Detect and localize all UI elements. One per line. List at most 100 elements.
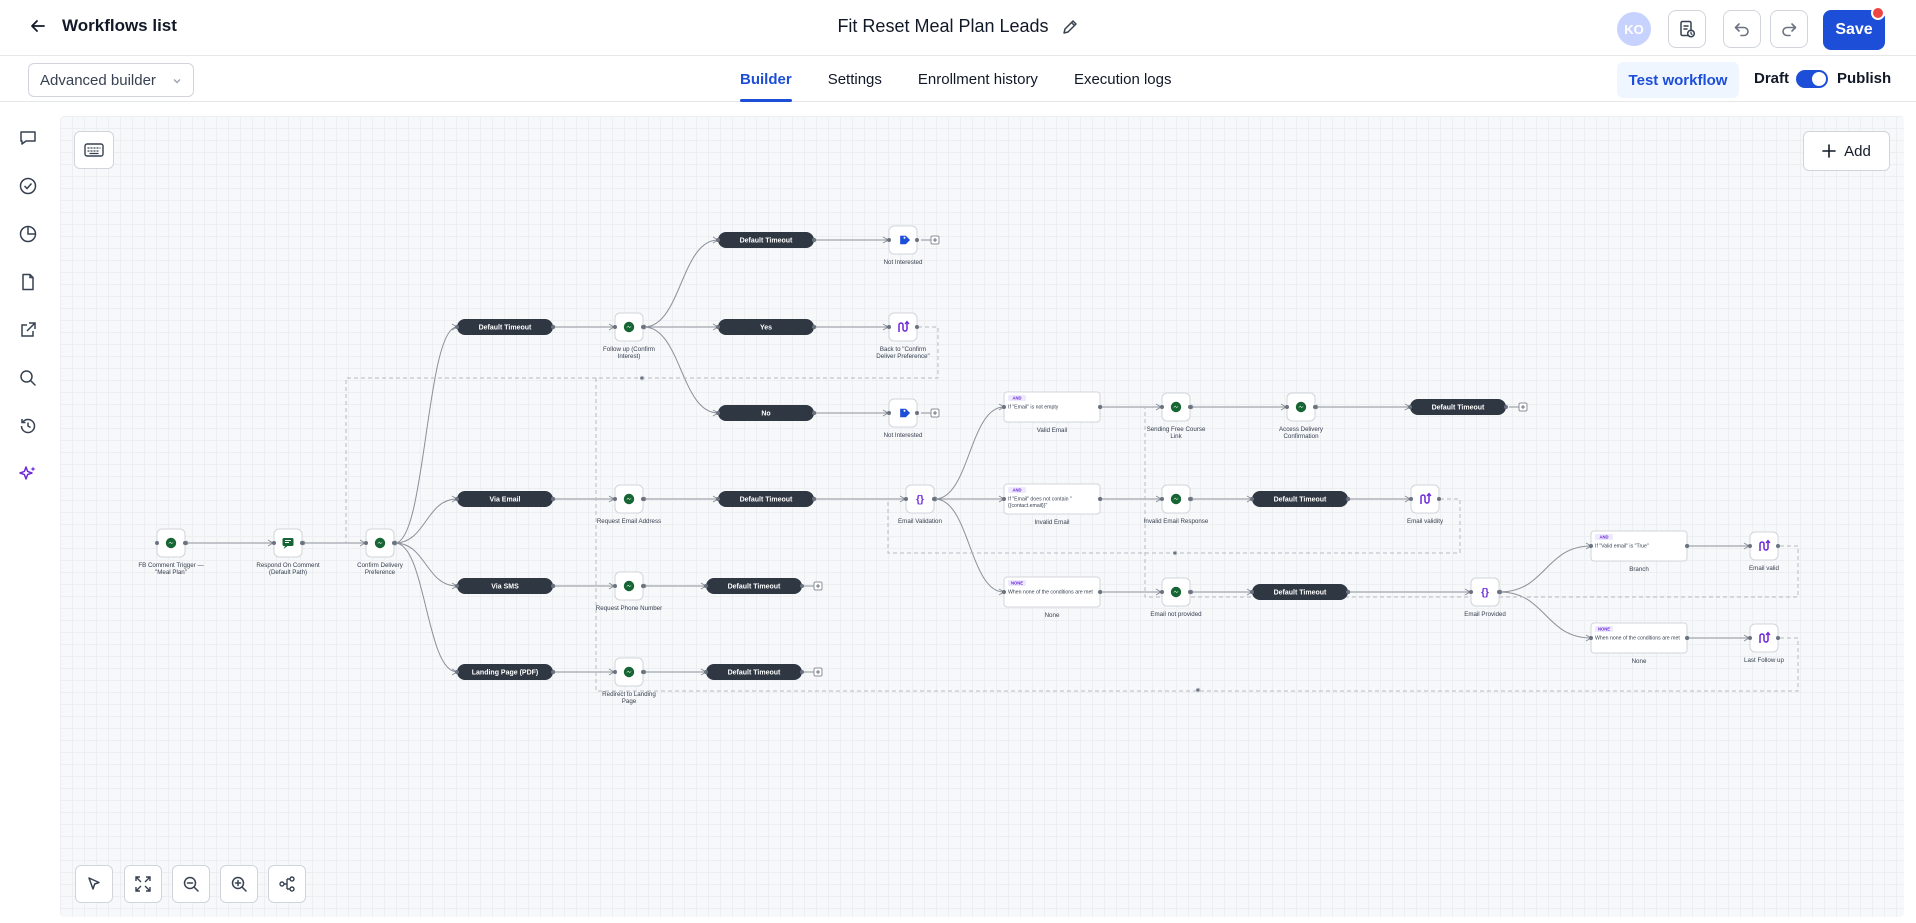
rail-share-button[interactable] [16, 318, 40, 342]
node-label-line2: Page [622, 698, 637, 705]
avatar[interactable]: KO [1617, 12, 1651, 46]
branch-tag: AND [1012, 488, 1021, 493]
draft-label: Draft [1754, 70, 1790, 87]
left-rail [0, 102, 56, 923]
node-label-line2: (Default Path) [269, 569, 307, 576]
branch-condition-text: If "Email" is not empty [1008, 405, 1059, 411]
workflow-node[interactable]: Not Interested [884, 398, 923, 439]
pill-label: Default Timeout [728, 670, 781, 677]
search-icon [20, 370, 36, 386]
pill-label: Default Timeout [1274, 590, 1327, 597]
publish-label: Publish [1837, 70, 1892, 87]
timeout-pill[interactable]: Yes [716, 319, 816, 335]
check-circle-icon [19, 177, 37, 195]
branch-condition-text: If "Valid email" is "True" [1595, 544, 1649, 550]
builder-mode-select[interactable]: Advanced builder [28, 63, 194, 97]
timeout-pill[interactable]: Default Timeout [716, 232, 816, 248]
zoom-out-icon [183, 876, 199, 892]
node-label: Email Validation [898, 518, 942, 525]
pill-label: Yes [760, 325, 772, 332]
braces-icon: {} [916, 494, 924, 505]
workflow-node[interactable]: Last Follow up [1744, 623, 1785, 664]
timeout-pill[interactable]: Default Timeout [1408, 399, 1508, 415]
node-label-line2: Deliver Preference" [876, 353, 929, 360]
rail-comments-button[interactable] [16, 126, 40, 150]
zoom-in-icon [231, 876, 247, 892]
pill-label: Default Timeout [479, 325, 532, 332]
rail-tasks-button[interactable] [16, 174, 40, 198]
branch-condition-text: If "Email" does not contain " [1008, 497, 1072, 503]
fit-to-screen-button[interactable] [124, 865, 162, 903]
branch-label: None [1632, 658, 1647, 665]
version-history-button[interactable] [1668, 10, 1706, 48]
timeout-pill[interactable]: Default Timeout [716, 491, 816, 507]
branch-tag: AND [1599, 535, 1608, 540]
timeout-pill[interactable]: Default Timeout [704, 578, 804, 594]
pill-label: Default Timeout [1432, 405, 1485, 412]
file-icon [22, 273, 34, 291]
redo-button[interactable] [1770, 10, 1808, 48]
rail-history-button[interactable] [16, 414, 40, 438]
keyboard-icon [84, 143, 104, 157]
timeout-pill[interactable]: Landing Page (PDF) [455, 664, 555, 680]
node-label: Email validity [1407, 518, 1444, 525]
zoom-out-button[interactable] [172, 865, 210, 903]
undo-button[interactable] [1723, 10, 1761, 48]
workflow-node[interactable]: Email validity [1407, 484, 1444, 525]
publish-toggle[interactable] [1796, 70, 1828, 88]
pill-label: Default Timeout [740, 497, 793, 504]
keyboard-shortcuts-button[interactable] [74, 131, 114, 169]
timeout-pill[interactable]: No [716, 405, 816, 421]
builder-mode-value: Advanced builder [40, 71, 156, 89]
cursor-pointer-icon [88, 877, 100, 890]
tab-enrollment-history[interactable]: Enrollment history [918, 56, 1038, 102]
branch-label: Invalid Email [1034, 519, 1069, 526]
rail-ai-button[interactable] [16, 462, 40, 486]
timeout-pill[interactable]: Via Email [455, 491, 555, 507]
node-label-line2: "Meal Plan" [155, 569, 187, 576]
zoom-in-button[interactable] [220, 865, 258, 903]
external-link-icon [21, 322, 36, 337]
workflow-node[interactable]: Email valid [1748, 531, 1780, 572]
pill-label: Default Timeout [1274, 497, 1327, 504]
rail-search-button[interactable] [16, 366, 40, 390]
chevron-down-icon [173, 79, 181, 84]
workflow-node[interactable]: Not Interested [884, 225, 923, 266]
node-label: FB Comment Trigger — [138, 562, 204, 569]
timeout-pill[interactable]: Via SMS [455, 578, 555, 594]
timeout-pill[interactable]: Default Timeout [455, 319, 555, 335]
braces-icon: {} [1481, 587, 1489, 598]
timeout-pill[interactable]: Default Timeout [1250, 584, 1350, 600]
tab-execution-logs[interactable]: Execution logs [1074, 56, 1172, 102]
pill-label: Default Timeout [740, 238, 793, 245]
builder-toolbar: Advanced builder Builder Settings Enroll… [0, 56, 1916, 102]
branch-label: None [1045, 612, 1060, 619]
arrow-left-icon [31, 20, 45, 32]
branch-condition-text: When none of the conditions are met [1008, 590, 1093, 596]
branch-condition-text-line2: {{contact.email}}" [1008, 503, 1047, 509]
edit-title-pencil-icon[interactable] [1061, 18, 1079, 36]
branch-label: Branch [1629, 566, 1649, 573]
test-workflow-button[interactable]: Test workflow [1617, 62, 1739, 98]
rail-stats-button[interactable] [16, 222, 40, 246]
select-tool-button[interactable] [75, 865, 113, 903]
timeout-pill[interactable]: Default Timeout [1250, 491, 1350, 507]
document-history-icon [1680, 20, 1696, 38]
node-label-line2: Preference [365, 569, 396, 576]
node-label-line2: Link [1170, 433, 1182, 440]
plus-icon [1822, 144, 1836, 158]
auto-layout-button[interactable] [268, 865, 306, 903]
back-label: Workflows list [62, 16, 177, 35]
timeout-pill[interactable]: Default Timeout [704, 664, 804, 680]
workflow-canvas[interactable] [60, 116, 1904, 917]
node-label: Sending Free Course [1147, 426, 1206, 433]
rail-notes-button[interactable] [16, 270, 40, 294]
pill-label: Via Email [489, 497, 520, 504]
history-icon [20, 418, 36, 434]
branch-tag: AND [1012, 396, 1021, 401]
tab-builder[interactable]: Builder [740, 56, 792, 102]
back-to-workflows-link[interactable]: Workflows list [28, 16, 177, 36]
node-label: Email valid [1749, 565, 1779, 572]
tab-settings[interactable]: Settings [828, 56, 882, 102]
add-node-button[interactable]: Add [1803, 131, 1890, 171]
